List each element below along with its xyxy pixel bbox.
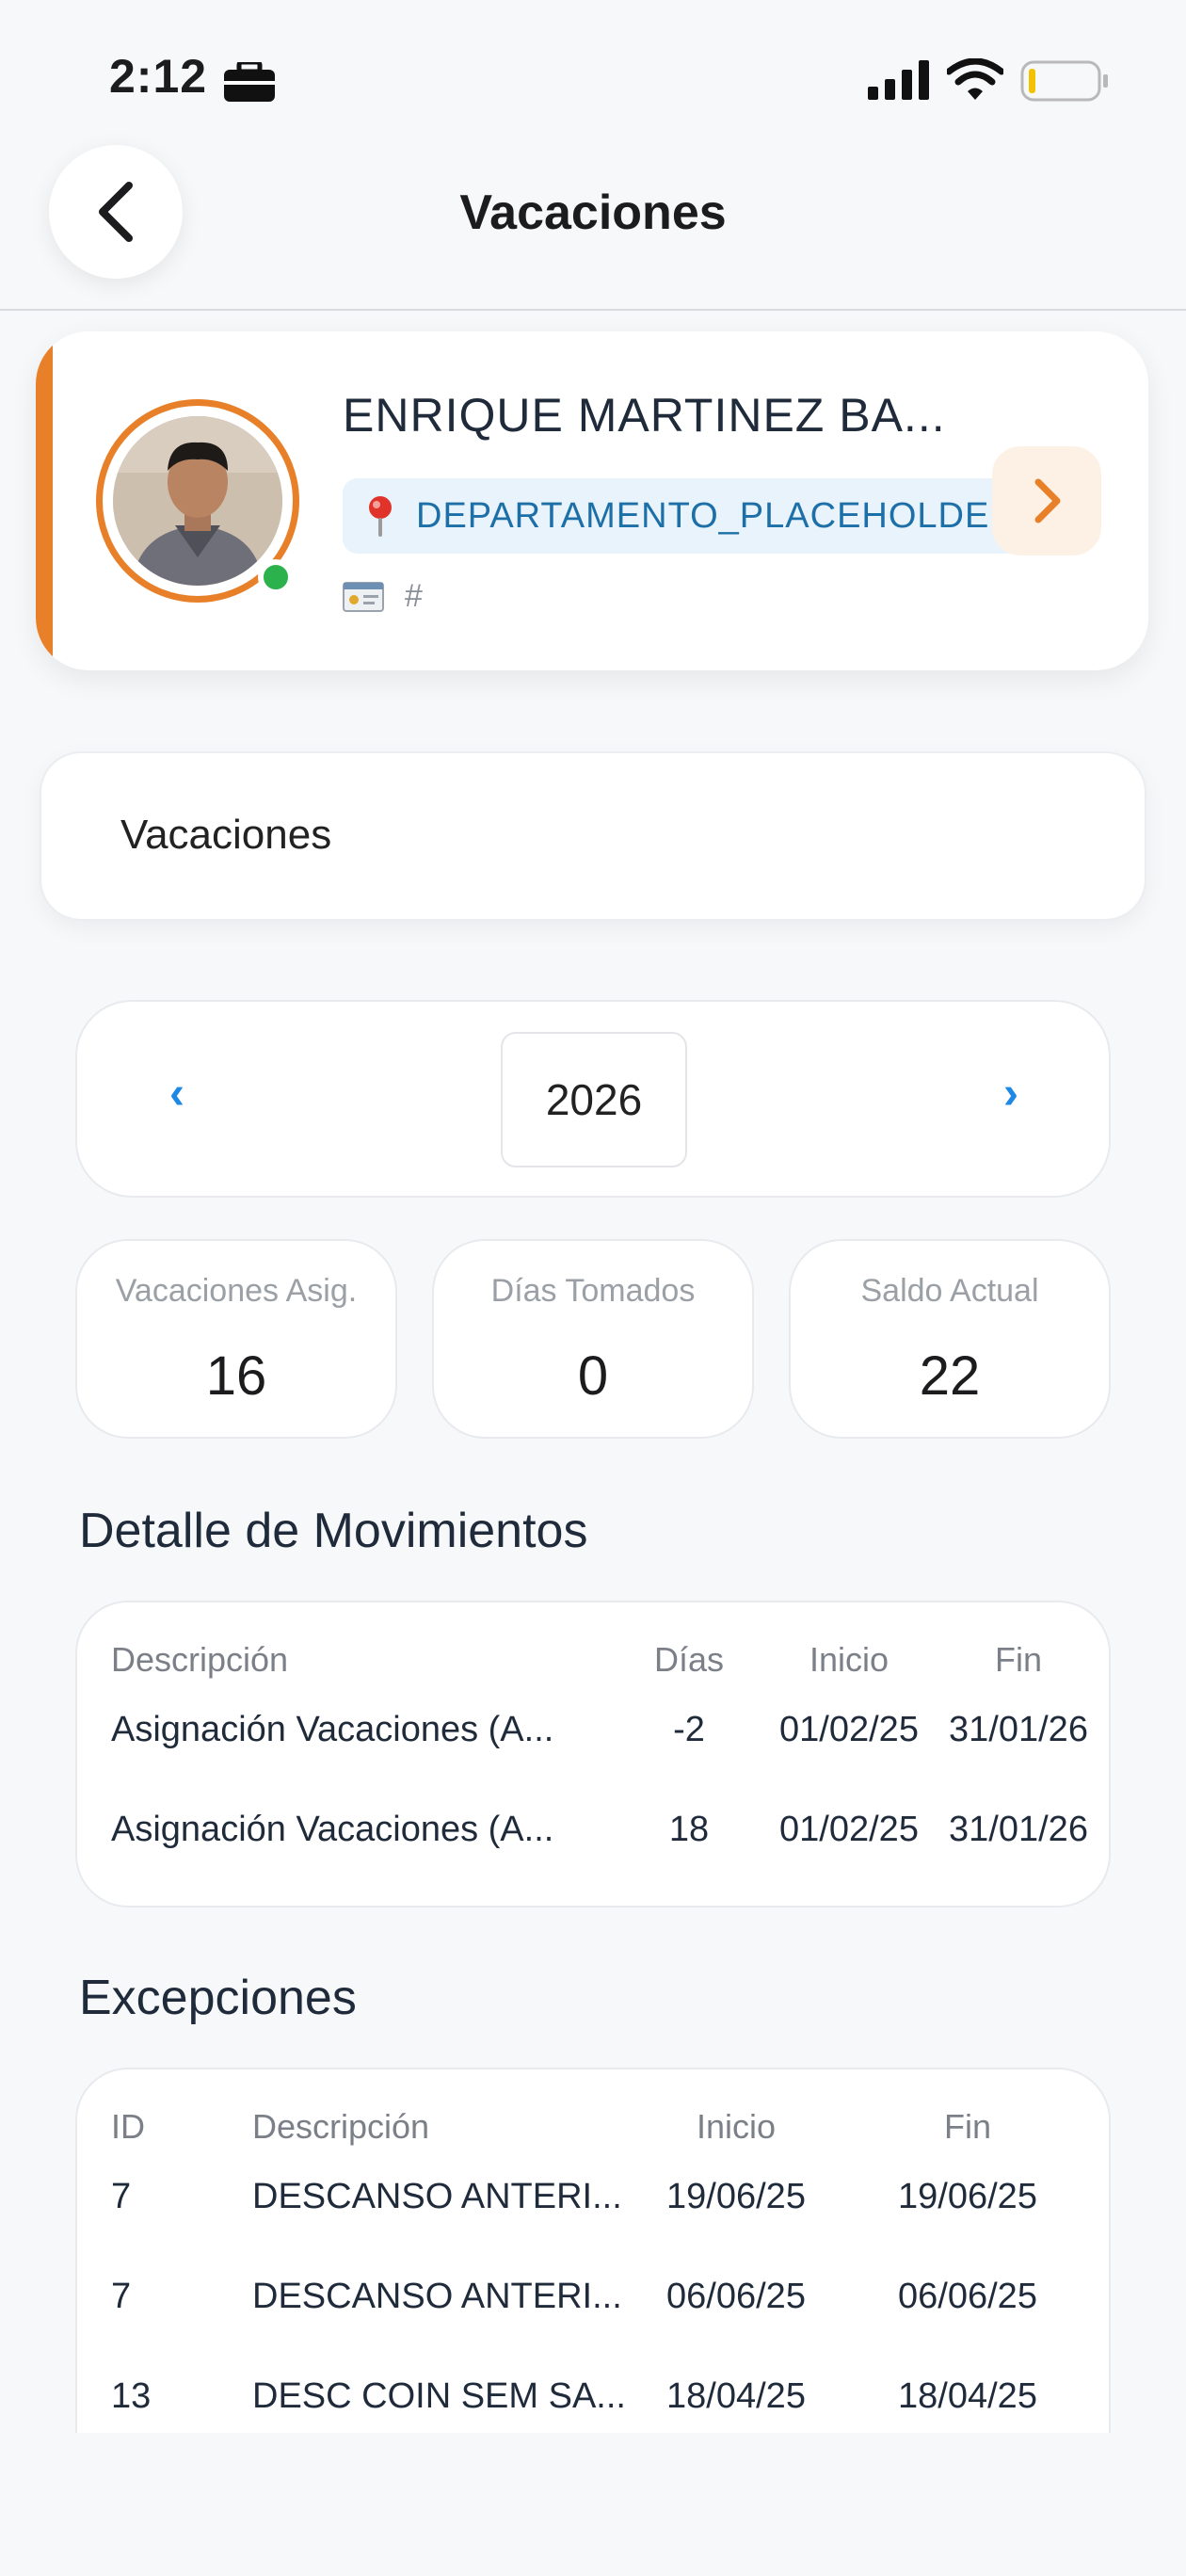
table-cell-end: 06/06/25	[898, 2277, 1037, 2316]
avatar	[113, 416, 282, 586]
column-header-id: ID	[111, 2107, 145, 2146]
employee-name: ENRIQUE MARTINEZ BA...	[343, 389, 946, 442]
stat-label: Vacaciones Asig.	[115, 1273, 358, 1309]
stat-value: 0	[577, 1345, 609, 1407]
table-cell-start: 01/02/25	[779, 1710, 919, 1749]
department-badge: DEPARTAMENTO_PLACEHOLDER	[343, 478, 1043, 554]
section-selector[interactable]: Vacaciones	[40, 751, 1146, 921]
table-cell-start: 06/06/25	[666, 2277, 806, 2316]
table-cell-start: 18/04/25	[666, 2376, 806, 2416]
chevron-right-icon	[1034, 478, 1061, 523]
year-selector: ‹ 2026 ›	[75, 1000, 1111, 1198]
battery-icon	[1020, 60, 1108, 102]
table-cell-days: -2	[673, 1710, 705, 1749]
briefcase-icon	[224, 62, 275, 102]
table-cell-description: DESCANSO ANTERI...	[252, 2277, 622, 2316]
stat-card-taken: Días Tomados 0	[432, 1239, 754, 1439]
section-label: Vacaciones	[120, 812, 332, 858]
location-pin-icon	[369, 496, 392, 537]
column-header-description: Descripción	[252, 2107, 430, 2146]
table-cell-days: 18	[668, 1810, 710, 1849]
table-cell-description: Asignación Vacaciones (A...	[111, 1710, 554, 1749]
table-cell-start: 01/02/25	[779, 1810, 919, 1849]
department-label: DEPARTAMENTO_PLACEHOLDER	[416, 495, 1017, 536]
table-cell-end: 18/04/25	[898, 2376, 1037, 2416]
column-header-end: Fin	[994, 1640, 1042, 1679]
movements-table: Descripción Días Inicio Fin Asignación V…	[75, 1601, 1111, 1908]
stat-card-balance: Saldo Actual 22	[789, 1239, 1111, 1439]
year-value[interactable]: 2026	[501, 1032, 687, 1167]
app-header: Vacaciones	[0, 141, 1186, 311]
profile-detail-button[interactable]	[992, 446, 1101, 555]
column-header-days: Días	[653, 1640, 725, 1679]
employee-profile-card[interactable]: ENRIQUE MARTINEZ BA... DEPARTAMENTO_PLAC…	[36, 331, 1148, 670]
next-year-button[interactable]: ›	[992, 1068, 1030, 1119]
table-cell-end: 31/01/26	[949, 1710, 1088, 1749]
previous-year-button[interactable]: ‹	[158, 1068, 196, 1119]
column-header-start: Inicio	[809, 1640, 890, 1679]
table-cell-description: DESCANSO ANTERI...	[252, 2177, 622, 2216]
stat-card-assigned: Vacaciones Asig. 16	[75, 1239, 397, 1439]
column-header-start: Inicio	[696, 2107, 777, 2146]
table-cell-end: 19/06/25	[898, 2177, 1037, 2216]
table-cell-end: 31/01/26	[949, 1810, 1088, 1849]
stat-value: 22	[919, 1345, 981, 1407]
exceptions-heading: Excepciones	[79, 1971, 357, 2025]
stat-label: Días Tomados	[490, 1273, 696, 1309]
exceptions-table: ID Descripción Inicio Fin 7 DESCANSO ANT…	[75, 2068, 1111, 2433]
column-header-description: Descripción	[111, 1640, 289, 1679]
status-time: 2:12	[109, 50, 208, 103]
card-accent-bar	[36, 331, 53, 670]
table-cell-start: 19/06/25	[666, 2177, 806, 2216]
table-cell-id: 7	[111, 2177, 132, 2216]
table-cell-description: Asignación Vacaciones (A...	[111, 1810, 554, 1849]
table-cell-description: DESC COIN SEM SA...	[252, 2376, 626, 2416]
page-title: Vacaciones	[459, 185, 727, 240]
table-cell-id: 13	[111, 2376, 152, 2416]
movements-heading: Detalle de Movimientos	[79, 1504, 588, 1558]
cellular-signal-icon	[868, 60, 929, 100]
id-card-icon	[343, 581, 384, 612]
online-status-indicator	[258, 559, 294, 595]
status-bar: 2:12	[0, 0, 1186, 141]
stat-value: 16	[205, 1345, 267, 1407]
stat-label: Saldo Actual	[860, 1273, 1039, 1309]
table-cell-id: 7	[111, 2277, 132, 2316]
employee-id-row: #	[343, 578, 423, 615]
wifi-icon	[947, 58, 1003, 100]
vacaciones-screen: 2:12 Vacaciones ENRIQUE MARTINEZ BA... D…	[0, 0, 1186, 2576]
employee-id-value: #	[405, 578, 423, 614]
column-header-end: Fin	[943, 2107, 991, 2146]
